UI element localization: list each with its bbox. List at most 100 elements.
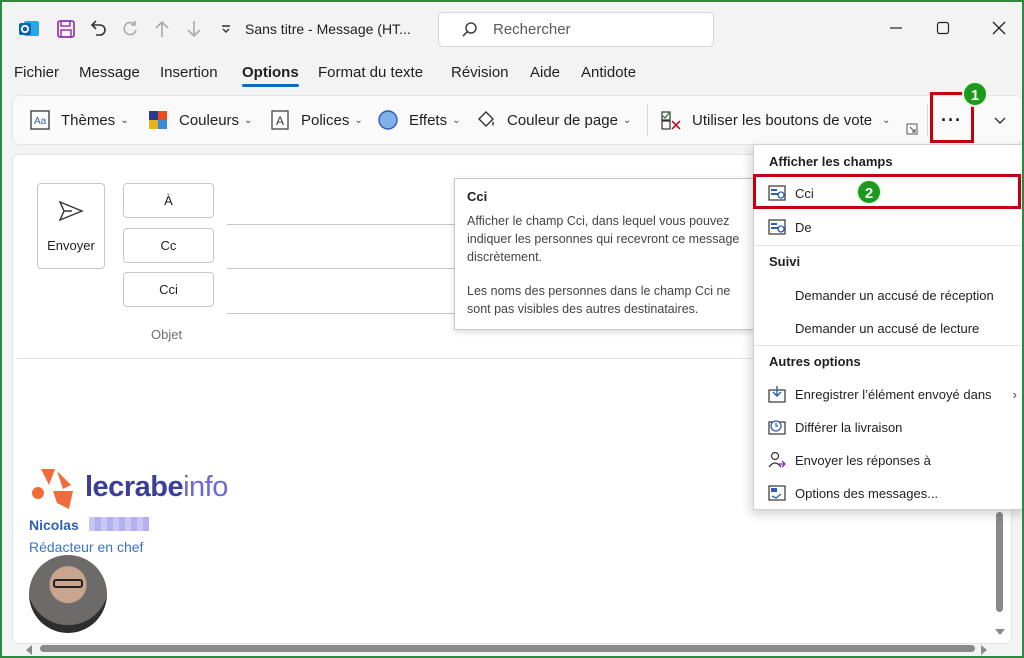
menu-item-message-options-label: Options des messages... xyxy=(795,485,939,501)
effects-icon xyxy=(378,110,398,130)
send-label: Envoyer xyxy=(47,238,95,253)
menu-item-reply-to-label: Envoyer les réponses à xyxy=(795,452,931,468)
cc-field[interactable] xyxy=(227,268,472,269)
redo-icon[interactable] xyxy=(119,18,141,40)
menu-item-delay-delivery[interactable]: Différer la livraison xyxy=(754,412,1022,442)
save-sent-icon xyxy=(768,386,786,403)
save-icon[interactable] xyxy=(55,18,77,40)
scroll-down-arrow-icon[interactable] xyxy=(994,624,1006,635)
horizontal-scroll-thumb[interactable] xyxy=(40,645,975,652)
menu-item-delay-delivery-label: Différer la livraison xyxy=(795,419,903,435)
menu-item-reply-to[interactable]: Envoyer les réponses à xyxy=(754,445,1022,475)
svg-text:Aa: Aa xyxy=(34,116,47,127)
search-icon xyxy=(462,22,477,37)
to-button[interactable]: À xyxy=(123,183,214,218)
signature-role: Rédacteur en chef xyxy=(29,539,144,555)
chevron-down-icon: ⌄ xyxy=(452,114,461,126)
chevron-right-icon: › xyxy=(1012,386,1017,402)
menu-item-read-receipt-label: Demander un accusé de lecture xyxy=(795,320,980,336)
fonts-icon: A xyxy=(271,110,289,130)
tooltip-title: Cci xyxy=(467,189,488,204)
customize-toolbar-icon[interactable] xyxy=(215,18,237,40)
title-bar: Sans titre - Message (HT... Rechercher xyxy=(2,2,1022,58)
bcc-tooltip: Cci Afficher le champ Cci, dans lequel v… xyxy=(454,178,754,330)
minimize-icon[interactable] xyxy=(884,16,908,40)
search-input[interactable]: Rechercher xyxy=(438,12,714,47)
close-icon[interactable] xyxy=(987,16,1011,40)
themes-button[interactable]: Aa Thèmes ⌄ xyxy=(29,106,129,134)
dialog-launcher-icon[interactable] xyxy=(906,122,918,136)
tab-format-du-texte[interactable]: Format du texte xyxy=(318,64,423,81)
cc-button[interactable]: Cc xyxy=(123,228,214,263)
redacted-surname xyxy=(89,517,149,531)
send-icon xyxy=(58,200,84,222)
tooltip-description: Afficher le champ Cci, dans lequel vous … xyxy=(467,214,740,264)
scroll-right-arrow-icon[interactable] xyxy=(979,643,989,655)
chevron-down-icon: ⌄ xyxy=(354,114,363,126)
section-suivi: Suivi xyxy=(769,254,801,269)
from-field-icon xyxy=(768,219,786,235)
outlook-app-icon xyxy=(18,18,40,40)
highlight-cci-item xyxy=(753,174,1021,209)
outlook-message-window: Sans titre - Message (HT... Rechercher F… xyxy=(0,0,1024,658)
maximize-icon[interactable] xyxy=(931,16,955,40)
svg-text:A: A xyxy=(276,114,284,128)
themes-icon: Aa xyxy=(30,110,50,130)
chevron-down-icon: ⌄ xyxy=(120,114,129,126)
subject-label[interactable]: Objet xyxy=(151,327,182,342)
chevron-down-icon: ⌄ xyxy=(244,114,253,126)
colors-icon xyxy=(149,111,167,129)
signature-logo: lecrabeinfo xyxy=(29,463,228,511)
tab-aide[interactable]: Aide xyxy=(530,64,560,81)
page-color-button[interactable]: Couleur de page ⌄ xyxy=(475,106,631,134)
fonts-button[interactable]: A Polices ⌄ xyxy=(269,106,363,134)
tab-options[interactable]: Options xyxy=(242,64,299,87)
tab-revision[interactable]: Révision xyxy=(451,64,509,81)
page-color-label: Couleur de page xyxy=(507,111,618,129)
themes-label: Thèmes xyxy=(61,111,116,129)
scroll-left-arrow-icon[interactable] xyxy=(24,643,34,655)
ribbon-separator xyxy=(647,104,648,136)
tab-fichier[interactable]: Fichier xyxy=(14,64,59,81)
avatar xyxy=(29,555,107,633)
tab-insertion[interactable]: Insertion xyxy=(160,64,218,81)
collapse-ribbon-icon[interactable] xyxy=(993,106,1007,134)
colors-button[interactable]: Couleurs ⌄ xyxy=(147,106,252,134)
vote-buttons-label: Utiliser les boutons de vote xyxy=(692,111,873,129)
delay-delivery-icon xyxy=(768,420,786,435)
to-field[interactable] xyxy=(227,224,472,225)
arrow-up-icon[interactable] xyxy=(151,18,173,40)
effects-button[interactable]: Effets ⌄ xyxy=(377,106,460,134)
logo-part1: lecrabe xyxy=(85,470,184,503)
chevron-down-icon: ⌄ xyxy=(882,114,891,126)
step-badge-1: 1 xyxy=(962,81,988,107)
signature-name: Nicolas xyxy=(29,517,79,533)
menu-separator xyxy=(754,345,1022,346)
vote-buttons-button[interactable]: Utiliser les boutons de vote ⌄ xyxy=(660,106,891,134)
menu-item-save-sent[interactable]: Enregistrer l’élément envoyé dans › xyxy=(754,379,1022,409)
bcc-button[interactable]: Cci xyxy=(123,272,214,307)
tooltip-note: Les noms des personnes dans le champ Cci… xyxy=(467,284,731,316)
menu-item-message-options[interactable]: Options des messages... xyxy=(754,478,1022,508)
menu-item-save-sent-label: Enregistrer l’élément envoyé dans xyxy=(795,386,992,402)
section-autres-options: Autres options xyxy=(769,354,861,369)
chevron-down-icon: ⌄ xyxy=(622,114,632,126)
menu-item-delivery-receipt[interactable]: Demander un accusé de réception xyxy=(754,280,1022,310)
ribbon-separator xyxy=(927,104,928,136)
menu-item-read-receipt[interactable]: Demander un accusé de lecture xyxy=(754,313,1022,343)
send-button[interactable]: Envoyer xyxy=(37,183,105,269)
vote-icon xyxy=(661,111,681,130)
section-afficher-les-champs: Afficher les champs xyxy=(769,154,893,169)
ribbon: Aa Thèmes ⌄ Couleurs ⌄ A Polices ⌄ Effets ⌄ … xyxy=(12,95,1022,145)
undo-icon[interactable] xyxy=(87,18,109,40)
menu-item-de[interactable]: De xyxy=(754,212,1022,242)
tab-message[interactable]: Message xyxy=(79,64,140,81)
reply-to-icon xyxy=(768,451,786,468)
tab-antidote[interactable]: Antidote xyxy=(581,64,636,81)
bcc-field[interactable] xyxy=(227,313,472,314)
arrow-down-icon[interactable] xyxy=(183,18,205,40)
vertical-scroll-thumb[interactable] xyxy=(996,512,1003,612)
logo-wordmark: lecrabeinfo xyxy=(85,471,228,504)
menu-item-de-label: De xyxy=(795,219,812,235)
menu-tabs: Fichier Message Insertion Options Format… xyxy=(2,64,1022,90)
